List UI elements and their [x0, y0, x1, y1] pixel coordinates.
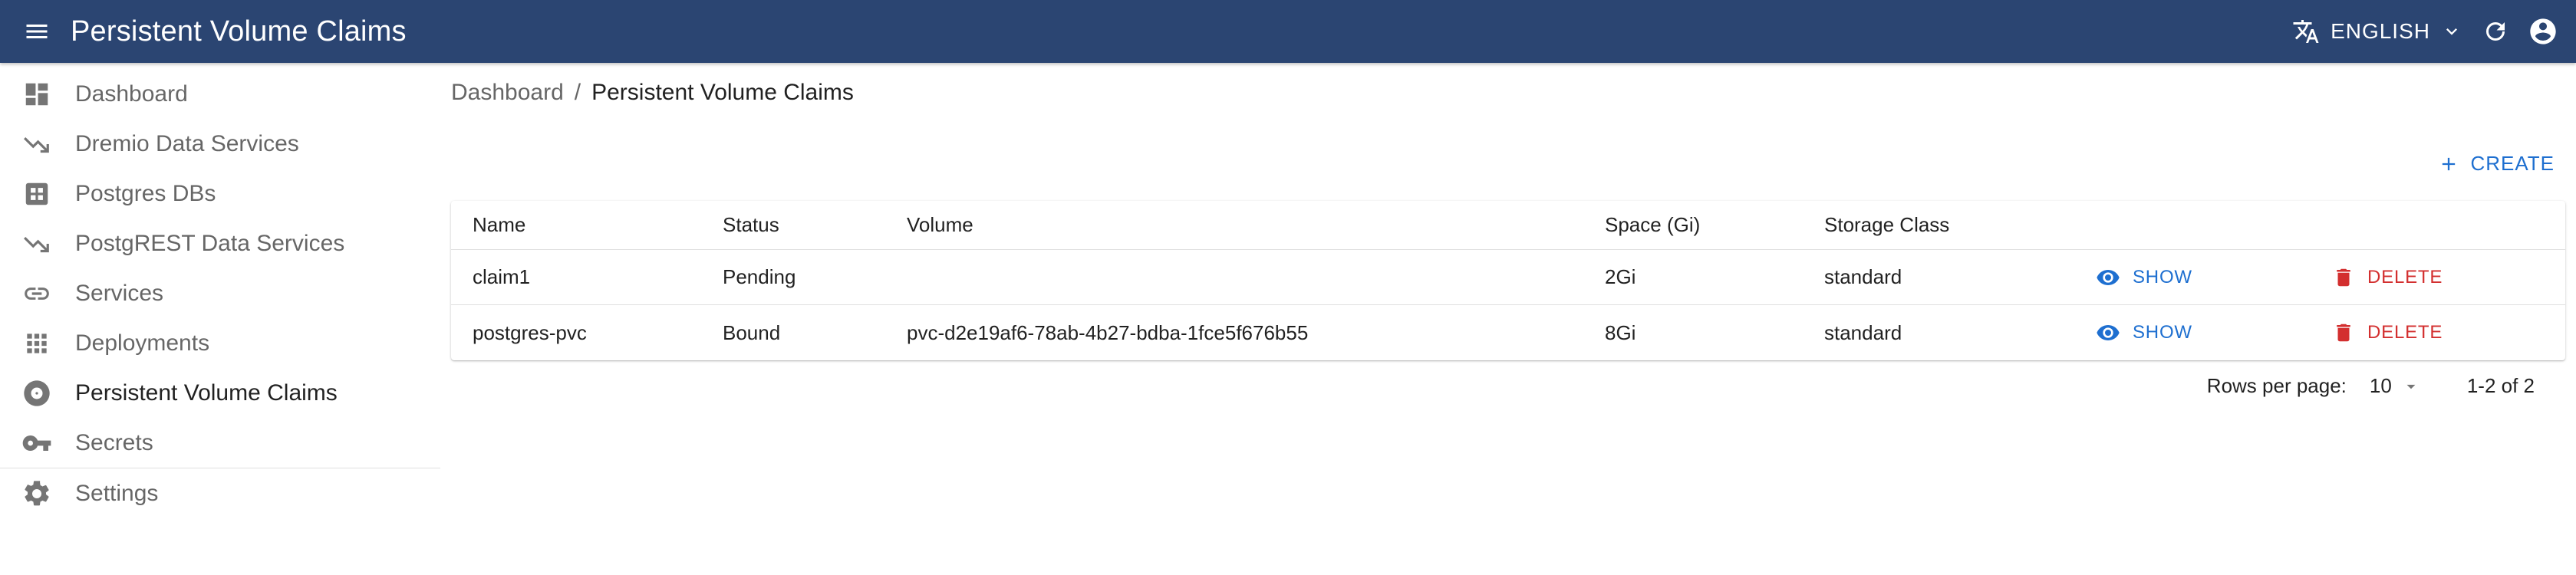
create-label: CREATE	[2470, 152, 2555, 175]
sidebar-item-label: Deployments	[75, 330, 210, 356]
chevron-down-icon	[2446, 28, 2457, 35]
sidebar-item-services[interactable]: Services	[0, 268, 440, 318]
delete-button[interactable]: DELETE	[2332, 321, 2443, 344]
menu-button[interactable]	[15, 10, 58, 53]
cell-space: 8Gi	[1605, 320, 1636, 344]
trending-down-icon	[21, 228, 52, 259]
table-row[interactable]: claim1 Pending 2Gi standard SHOW DELETE	[451, 250, 2565, 305]
sidebar-item-label: PostgREST Data Services	[75, 230, 345, 256]
sidebar: Dashboard Dremio Data Services Postgres …	[0, 63, 440, 518]
rows-per-page-select[interactable]: 10	[2370, 374, 2421, 398]
sidebar-item-label: Postgres DBs	[75, 180, 216, 206]
sidebar-item-label: Dashboard	[75, 80, 188, 107]
app-bar: Persistent Volume Claims ENGLISH	[0, 0, 2576, 63]
rows-per-page-label: Rows per page:	[2206, 374, 2347, 397]
grid-box-icon	[21, 179, 52, 209]
column-header-volume[interactable]: Volume	[907, 201, 973, 249]
show-label: SHOW	[2133, 266, 2192, 288]
cell-storage-class: standard	[1824, 265, 1902, 288]
trash-icon	[2337, 324, 2350, 342]
sidebar-item-label: Persistent Volume Claims	[75, 380, 338, 406]
sidebar-item-secrets[interactable]: Secrets	[0, 418, 440, 468]
breadcrumb-dashboard-link[interactable]: Dashboard	[451, 80, 564, 106]
eye-icon	[2097, 325, 2120, 340]
plus-icon	[2443, 157, 2456, 170]
breadcrumb-current: Persistent Volume Claims	[591, 80, 854, 105]
table-pagination: Rows per page: 10 1-2 of 2	[2207, 374, 2535, 398]
gear-icon	[21, 478, 52, 509]
language-selector[interactable]: ENGLISH	[2283, 10, 2472, 53]
apps-icon	[21, 328, 52, 359]
delete-label: DELETE	[2367, 322, 2443, 343]
refresh-button[interactable]	[2472, 8, 2519, 55]
sidebar-item-label: Dremio Data Services	[75, 130, 299, 156]
show-button[interactable]: SHOW	[2096, 265, 2192, 290]
column-header-status[interactable]: Status	[723, 201, 779, 249]
breadcrumb-separator: /	[574, 80, 581, 105]
dashboard-icon	[21, 79, 52, 110]
key-icon	[21, 428, 52, 458]
column-header-name[interactable]: Name	[473, 201, 525, 249]
sidebar-item-label: Settings	[75, 480, 159, 506]
eye-icon	[2097, 269, 2120, 285]
cell-status: Bound	[723, 320, 781, 344]
column-header-storage-class[interactable]: Storage Class	[1824, 201, 1949, 249]
cell-name: postgres-pvc	[473, 320, 587, 344]
dropdown-arrow-icon	[2406, 384, 2416, 389]
table-row[interactable]: postgres-pvc Bound pvc-d2e19af6-78ab-4b2…	[451, 305, 2565, 360]
link-icon	[21, 278, 52, 309]
delete-button[interactable]: DELETE	[2332, 266, 2443, 289]
account-circle-icon	[2530, 18, 2556, 44]
sidebar-item-persistent-volume-claims[interactable]: Persistent Volume Claims	[0, 368, 440, 418]
cell-storage-class: standard	[1824, 320, 1902, 344]
sidebar-item-postgrest-data-services[interactable]: PostgREST Data Services	[0, 219, 440, 268]
cell-name: claim1	[473, 265, 531, 288]
sidebar-item-dremio-data-services[interactable]: Dremio Data Services	[0, 119, 440, 169]
sidebar-item-deployments[interactable]: Deployments	[0, 318, 440, 368]
cell-status: Pending	[723, 265, 796, 288]
account-button[interactable]	[2519, 8, 2567, 55]
trash-icon	[2337, 268, 2350, 286]
breadcrumb: Dashboard / Persistent Volume Claims	[451, 80, 854, 106]
pvc-table: Name Status Volume Space (Gi) Storage Cl…	[451, 201, 2565, 360]
app-title: Persistent Volume Claims	[71, 15, 407, 48]
create-button[interactable]: CREATE	[2438, 152, 2555, 176]
cell-space: 2Gi	[1605, 265, 1636, 288]
rows-per-page-value: 10	[2369, 374, 2392, 397]
show-button[interactable]: SHOW	[2096, 320, 2192, 345]
disc-icon	[21, 378, 52, 409]
sidebar-item-label: Secrets	[75, 429, 153, 455]
column-header-space[interactable]: Space (Gi)	[1605, 201, 1700, 249]
trending-down-icon	[21, 129, 52, 159]
pagination-range: 1-2 of 2	[2466, 374, 2535, 397]
sidebar-item-postgres-dbs[interactable]: Postgres DBs	[0, 169, 440, 219]
refresh-icon	[2486, 22, 2505, 41]
table-header-row: Name Status Volume Space (Gi) Storage Cl…	[451, 201, 2565, 250]
show-label: SHOW	[2133, 322, 2192, 343]
translate-icon	[2293, 20, 2319, 43]
language-label: ENGLISH	[2331, 19, 2430, 43]
cell-volume: pvc-d2e19af6-78ab-4b27-bdba-1fce5f676b55	[907, 320, 1309, 344]
sidebar-item-settings[interactable]: Settings	[0, 468, 440, 518]
sidebar-item-dashboard[interactable]: Dashboard	[0, 69, 440, 119]
sidebar-item-label: Services	[75, 280, 164, 306]
menu-icon	[26, 25, 48, 38]
delete-label: DELETE	[2367, 266, 2443, 288]
